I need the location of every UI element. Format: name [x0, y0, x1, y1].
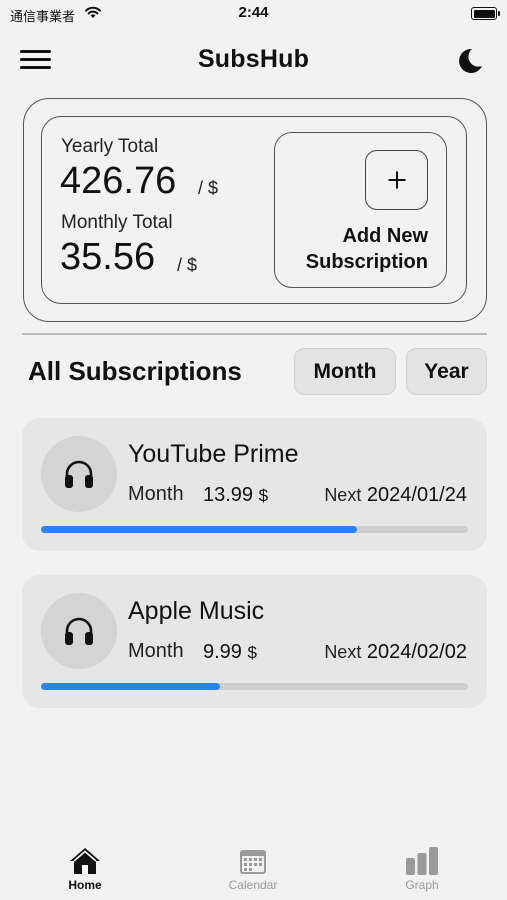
battery-icon	[471, 7, 500, 20]
subscription-progress	[41, 683, 468, 690]
yearly-total-value: 426.76	[60, 160, 177, 202]
home-icon	[70, 848, 100, 874]
progress-fill	[41, 526, 357, 533]
status-time: 2:44	[238, 4, 269, 21]
yearly-total-label: Yearly Total	[61, 136, 159, 157]
status-bar: 通信事業者 2:44	[0, 0, 507, 28]
tab-calendar-label: Calendar	[228, 878, 278, 892]
battery-level	[473, 9, 495, 18]
tab-graph-label: Graph	[405, 878, 439, 892]
subscription-avatar	[41, 436, 117, 512]
filter-year-button[interactable]: Year	[406, 348, 487, 395]
subscription-cycle: Month	[128, 640, 184, 662]
progress-fill	[41, 683, 221, 690]
subscription-price: 9.99 $	[203, 641, 257, 663]
tab-graph[interactable]: Graph	[372, 846, 472, 892]
monthly-total-value: 35.56	[60, 236, 156, 278]
tab-home[interactable]: Home	[35, 846, 135, 892]
calendar-icon	[240, 850, 266, 874]
subscription-card[interactable]: Apple Music Month 9.99 $ Next 2024/02/02	[22, 575, 487, 708]
monthly-total-unit: / $	[177, 255, 198, 275]
section-title: All Subscriptions	[28, 356, 242, 386]
subscription-progress	[41, 526, 468, 533]
bar-chart-icon	[406, 847, 438, 875]
subscription-name: Apple Music	[128, 597, 265, 625]
subscription-next-date: Next 2024/01/24	[324, 484, 467, 506]
theme-toggle-button[interactable]	[455, 46, 485, 76]
add-subscription-label: Add New Subscription	[305, 225, 428, 273]
divider	[22, 333, 487, 335]
tab-calendar[interactable]: Calendar	[203, 846, 303, 892]
subscription-card[interactable]: YouTube Prime Month 13.99 $ Next 2024/01…	[22, 418, 487, 551]
headphones-icon	[65, 460, 93, 488]
yearly-total-unit: / $	[198, 178, 219, 198]
moon-icon	[459, 48, 482, 73]
subscription-price: 13.99 $	[203, 484, 269, 506]
plus-icon	[365, 150, 428, 210]
filter-month-button[interactable]: Month	[294, 348, 396, 395]
headphones-icon	[65, 617, 93, 645]
subscription-cycle: Month	[128, 483, 184, 505]
subscription-next-date: Next 2024/02/02	[324, 641, 467, 663]
subscription-name: YouTube Prime	[128, 440, 299, 468]
add-subscription-button[interactable]: Add New Subscription	[274, 132, 447, 288]
tab-home-label: Home	[68, 878, 102, 892]
monthly-total-label: Monthly Total	[61, 212, 173, 233]
app-title: SubsHub	[197, 45, 310, 73]
subscription-avatar	[41, 593, 117, 669]
